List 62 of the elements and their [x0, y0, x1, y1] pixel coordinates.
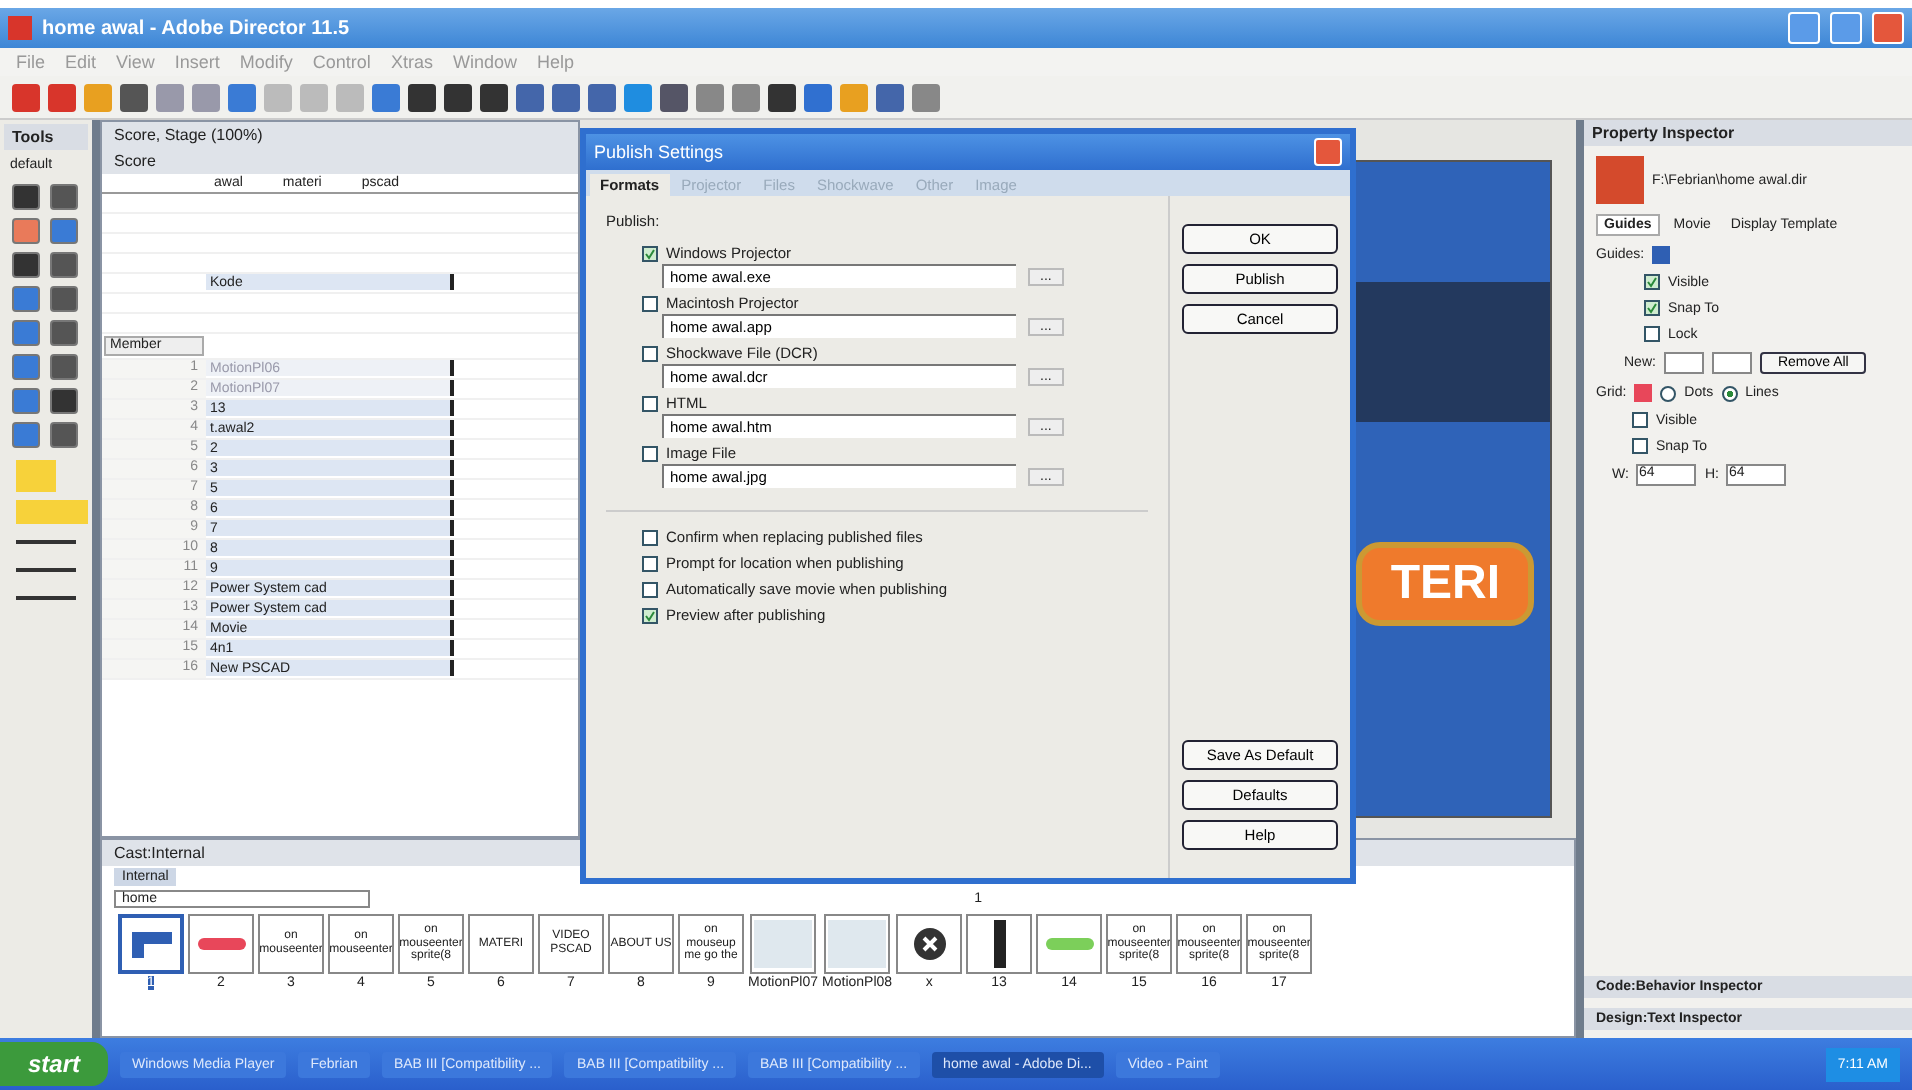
- grid-color-chip[interactable]: [1634, 384, 1653, 402]
- director-file-icon: [1596, 156, 1644, 204]
- panel-title: Property Inspector: [1584, 120, 1912, 146]
- checkbox[interactable]: [642, 345, 658, 361]
- close-icon: [911, 926, 948, 962]
- minimize-button[interactable]: [1788, 12, 1820, 44]
- close-button[interactable]: [1872, 12, 1904, 44]
- tool-button[interactable]: [50, 354, 78, 380]
- cast-member[interactable]: [966, 914, 1033, 974]
- guide-input[interactable]: [1663, 352, 1704, 374]
- checkbox[interactable]: [642, 607, 658, 623]
- cast-member[interactable]: [896, 914, 963, 974]
- bar-shape: [993, 920, 1006, 968]
- checkbox[interactable]: [642, 295, 658, 311]
- checkbox[interactable]: [1644, 326, 1660, 342]
- toolbar-button[interactable]: [876, 83, 904, 111]
- checkbox[interactable]: [642, 395, 658, 411]
- toolbar-button[interactable]: [516, 83, 544, 111]
- photo-placeholder: [754, 920, 813, 968]
- checkbox[interactable]: [1644, 300, 1660, 316]
- window-title: home awal - Adobe Director 11.5: [42, 17, 352, 39]
- photo-placeholder: [828, 920, 887, 968]
- toolbar-button[interactable]: [408, 83, 436, 111]
- panel-title: Score: [102, 148, 578, 174]
- checkbox[interactable]: [642, 529, 658, 545]
- color-swatch[interactable]: [16, 460, 56, 492]
- tool-button[interactable]: [50, 252, 78, 278]
- radio-button[interactable]: [1660, 385, 1677, 401]
- tool-button[interactable]: [50, 286, 78, 312]
- checkbox[interactable]: [1644, 274, 1660, 290]
- checkbox[interactable]: [1632, 438, 1648, 454]
- tool-button[interactable]: [12, 184, 40, 210]
- toolbar-button[interactable]: [768, 83, 796, 111]
- app-icon: [8, 16, 32, 40]
- tool-button[interactable]: [12, 252, 40, 278]
- toolbar-button[interactable]: [480, 83, 508, 111]
- toolbar-button[interactable]: [444, 83, 472, 111]
- cast-member[interactable]: [118, 914, 184, 974]
- tool-button[interactable]: [50, 320, 78, 346]
- checkbox[interactable]: [642, 555, 658, 571]
- close-button[interactable]: [1314, 138, 1342, 166]
- toolbar-button[interactable]: [660, 83, 688, 111]
- toolbar-button[interactable]: [588, 83, 616, 111]
- dialog-title: Publish Settings: [594, 142, 724, 162]
- tool-button[interactable]: [50, 184, 78, 210]
- checkbox[interactable]: [642, 581, 658, 597]
- checkbox[interactable]: [642, 445, 658, 461]
- window-title: Score, Stage (100%): [102, 122, 578, 148]
- maximize-button[interactable]: [1830, 12, 1862, 44]
- toolbar-button[interactable]: [120, 83, 148, 111]
- frame-icon: [127, 926, 175, 962]
- guide-input[interactable]: [1711, 352, 1752, 374]
- toolbar-button[interactable]: [552, 83, 580, 111]
- pattern-swatch[interactable]: [16, 500, 88, 524]
- guide-color-chip[interactable]: [1652, 246, 1671, 264]
- tool-button[interactable]: [50, 422, 78, 448]
- tool-button[interactable]: [50, 388, 78, 414]
- radio-button[interactable]: [1721, 385, 1738, 401]
- checkbox[interactable]: [1632, 412, 1648, 428]
- start-button[interactable]: start: [0, 1042, 109, 1086]
- panel-title: Tools: [4, 124, 88, 150]
- checkbox[interactable]: [642, 245, 658, 261]
